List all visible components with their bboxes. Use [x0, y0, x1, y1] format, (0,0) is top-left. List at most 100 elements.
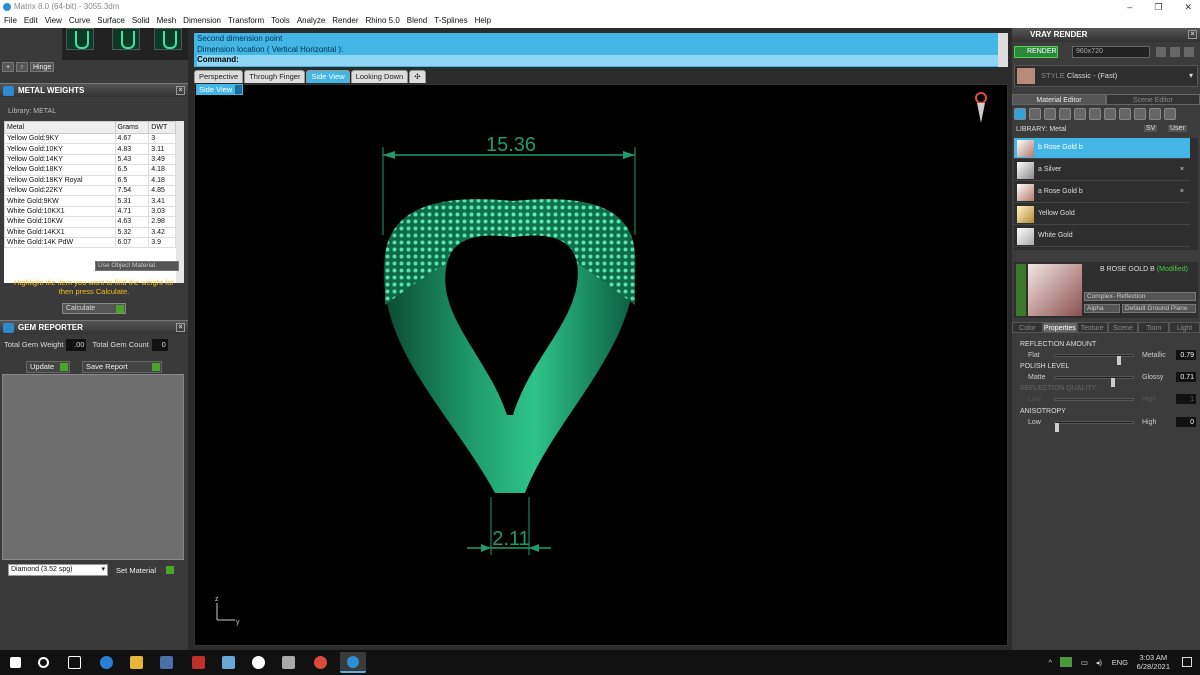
menu-file[interactable]: File	[4, 14, 17, 28]
anisotropy-slider[interactable]: Low High 0	[1020, 417, 1196, 432]
menu-analyze[interactable]: Analyze	[297, 14, 325, 28]
matrix-taskbar-button[interactable]	[340, 652, 366, 673]
edge-icon[interactable]	[100, 656, 113, 669]
slider-knob[interactable]	[1111, 378, 1115, 387]
close-icon[interactable]: ✕	[1184, 0, 1192, 14]
sv-button[interactable]: SV	[1144, 125, 1158, 132]
ring-thumbnail[interactable]	[66, 28, 94, 50]
table-row[interactable]: White Gold:10KW 4.63 2.98	[4, 216, 176, 228]
clock[interactable]: 3:03 AM 6/28/2021	[1137, 653, 1170, 671]
col-grams[interactable]: Grams	[114, 121, 150, 134]
table-row[interactable]: Yellow Gold:9KY 4.67 3	[4, 132, 176, 145]
slider-track[interactable]	[1054, 376, 1134, 387]
slider-value[interactable]: 0.71	[1176, 372, 1196, 382]
tab-color[interactable]: Color	[1012, 322, 1043, 333]
tab-material-editor[interactable]: Material Editor	[1012, 94, 1106, 105]
texture-icon[interactable]	[1059, 108, 1071, 120]
grid-icon[interactable]	[1184, 47, 1194, 57]
menu-rhino[interactable]: Rhino 5.0	[366, 14, 400, 28]
task-view-icon[interactable]	[68, 656, 81, 669]
leaf-icon[interactable]	[1134, 108, 1146, 120]
ground-plane-select[interactable]: Default Ground Plane	[1122, 304, 1196, 313]
metal-icon[interactable]	[1014, 108, 1026, 120]
command-area[interactable]: Second dimension point Dimension locatio…	[194, 33, 1008, 67]
menu-tsplines[interactable]: T-Splines	[434, 14, 467, 28]
table-row[interactable]: Yellow Gold:18KY Royal 6.5 4.18	[4, 174, 176, 186]
network-icon[interactable]: ▭	[1081, 658, 1088, 667]
render-style-select[interactable]: STYLE Classic - (Fast) ▾	[1014, 65, 1198, 87]
menu-view[interactable]: View	[45, 14, 62, 28]
file-explorer-icon[interactable]	[130, 656, 143, 669]
list-item[interactable]: White Gold	[1014, 226, 1190, 247]
app-tray-icon[interactable]	[1060, 657, 1072, 667]
table-row[interactable]: Yellow Gold:22KY 7.54 4.85	[4, 184, 176, 197]
menu-transform[interactable]: Transform	[228, 14, 264, 28]
user-button[interactable]: User	[1168, 125, 1187, 132]
search-icon[interactable]	[38, 657, 49, 668]
gem-report-area[interactable]	[2, 374, 184, 560]
tab-side-view[interactable]: Side View	[306, 70, 350, 83]
alpha-field[interactable]: Alpha	[1084, 304, 1120, 313]
gem-material-select[interactable]: Diamond (3.52 spg) ▾	[8, 564, 108, 576]
material-type-select[interactable]: Complex- Reflection	[1084, 292, 1196, 301]
delete-icon[interactable]: ×	[1180, 166, 1184, 173]
sphere-icon[interactable]	[1044, 108, 1056, 120]
bulb-icon[interactable]	[1149, 108, 1161, 120]
menu-dimension[interactable]: Dimension	[183, 14, 221, 28]
menu-solid[interactable]: Solid	[132, 14, 150, 28]
table-row[interactable]: White Gold:9KW 5.31 3.41	[4, 195, 176, 207]
list-item[interactable]: b Rose Gold b	[1014, 138, 1190, 159]
table-row[interactable]: White Gold:10KX1 4.71 3.03	[4, 205, 176, 218]
reflection-amount-slider[interactable]: Flat Metallic 0.79	[1020, 350, 1196, 365]
ring-thumbnail[interactable]	[112, 28, 140, 50]
metal-weights-table[interactable]: Metal Grams DWT Yellow Gold:9KY 4.67 3 Yel…	[4, 121, 184, 283]
menu-edit[interactable]: Edit	[24, 14, 38, 28]
close-icon[interactable]: ×	[176, 323, 185, 332]
tab-looking-down[interactable]: Looking Down	[350, 70, 409, 83]
frame-icon[interactable]	[1170, 47, 1180, 57]
list-item[interactable]: Yellow Gold	[1014, 204, 1190, 225]
slider-track[interactable]	[1054, 354, 1134, 365]
dots-icon[interactable]	[1119, 108, 1131, 120]
menu-curve[interactable]: Curve	[69, 14, 90, 28]
col-metal[interactable]: Metal	[4, 121, 116, 134]
pattern-icon[interactable]	[1074, 108, 1086, 120]
menu-tools[interactable]: Tools	[271, 14, 290, 28]
polish-level-slider[interactable]: Matte Glossy 0.71	[1020, 372, 1196, 387]
slider-track[interactable]	[1054, 421, 1134, 432]
menu-render[interactable]: Render	[332, 14, 358, 28]
up-button[interactable]: ↑	[16, 62, 28, 72]
mesh-icon[interactable]	[1104, 108, 1116, 120]
ring-orientation-icon[interactable]	[975, 92, 987, 123]
table-row[interactable]: White Gold:14K PdW 6.07 3.9	[4, 236, 176, 249]
ring-thumbnail[interactable]	[154, 28, 182, 50]
app-icon[interactable]	[192, 656, 205, 669]
volume-icon[interactable]: ◂)	[1096, 658, 1102, 667]
plus-button[interactable]: +	[2, 62, 14, 72]
menu-surface[interactable]: Surface	[97, 14, 125, 28]
list-item[interactable]: a Rose Gold b ×	[1014, 182, 1190, 203]
windows-start-icon[interactable]	[10, 657, 21, 668]
preview-collapse-handle[interactable]	[1016, 264, 1026, 316]
tab-through-finger[interactable]: Through Finger	[244, 70, 306, 83]
viewport-label[interactable]: Side View	[196, 84, 236, 95]
app-icon[interactable]	[160, 656, 173, 669]
render-settings-icon[interactable]	[1156, 47, 1166, 57]
table-row[interactable]: Yellow Gold:18KY 6.5 4.18	[4, 164, 176, 176]
material-list[interactable]: b Rose Gold b a Silver × a Rose Gold b ×…	[1014, 138, 1198, 250]
slider-value[interactable]: 0	[1176, 417, 1196, 427]
table-row[interactable]: Yellow Gold:14KY 5.43 3.49	[4, 153, 176, 166]
viewport[interactable]: 15.36 2.11 z y	[194, 84, 1008, 646]
set-material-button[interactable]: Set Material	[116, 565, 174, 576]
app-icon[interactable]	[282, 656, 295, 669]
menu-mesh[interactable]: Mesh	[157, 14, 177, 28]
chrome-icon[interactable]	[314, 656, 327, 669]
tab-scene-editor[interactable]: Scene Editor	[1106, 94, 1200, 105]
resolution-field[interactable]: 960x720	[1072, 46, 1150, 58]
notifications-icon[interactable]	[1182, 657, 1192, 667]
maximize-icon[interactable]: ❐	[1154, 0, 1162, 14]
update-button[interactable]: Update	[26, 361, 70, 373]
hinge-button[interactable]: Hinge	[30, 62, 55, 72]
slider-knob[interactable]	[1117, 356, 1121, 365]
tab-scene[interactable]: Scene	[1107, 322, 1139, 333]
